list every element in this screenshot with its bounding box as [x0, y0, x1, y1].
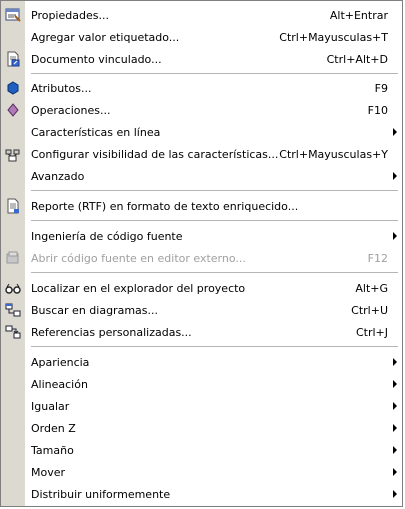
menu-item-label: Configurar visibilidad de las caracterís… — [31, 147, 279, 161]
submenu-arrow-icon — [393, 128, 397, 136]
menu-separator — [31, 220, 398, 221]
operation-icon — [5, 102, 21, 118]
menu-item-mover[interactable]: Mover — [1, 461, 402, 483]
menu-item-ingenieria-codigo-fuente[interactable]: Ingeniería de código fuente — [1, 225, 402, 247]
submenu-arrow-icon — [393, 402, 397, 410]
linked-document-icon — [5, 51, 21, 67]
submenu-arrow-icon — [393, 172, 397, 180]
menu-item-agregar-valor-etiquetado[interactable]: Agregar valor etiquetado... Ctrl+Mayuscu… — [1, 26, 402, 48]
menu-item-operaciones[interactable]: Operaciones... F10 — [1, 99, 402, 121]
references-icon — [5, 324, 21, 340]
menu-item-orden-z[interactable]: Orden Z — [1, 417, 402, 439]
menu-item-avanzado[interactable]: Avanzado — [1, 165, 402, 187]
menu-separator — [31, 73, 398, 74]
menu-item-reporte-rtf[interactable]: Reporte (RTF) en formato de texto enriqu… — [1, 195, 402, 217]
submenu-arrow-icon — [393, 232, 397, 240]
menu-item-atributos[interactable]: Atributos... F9 — [1, 77, 402, 99]
menu-item-shortcut: Ctrl+U — [351, 303, 388, 317]
menu-item-label: Características en línea — [31, 125, 161, 139]
menu-item-shortcut: Ctrl+Mayusculas+Y — [279, 147, 388, 161]
menu-item-shortcut: Ctrl+Alt+D — [326, 52, 388, 66]
menu-item-label: Reporte (RTF) en formato de texto enriqu… — [31, 199, 299, 213]
properties-icon — [5, 7, 21, 23]
menu-item-label: Buscar en diagramas... — [31, 303, 158, 317]
menu-item-shortcut: F10 — [367, 103, 388, 117]
menu-item-label: Mover — [31, 465, 66, 479]
menu-item-buscar-diagramas[interactable]: Buscar en diagramas... Ctrl+U — [1, 299, 402, 321]
menu-item-shortcut: Ctrl+J — [355, 325, 388, 339]
menu-item-apariencia[interactable]: Apariencia — [1, 351, 402, 373]
menu-item-shortcut: Alt+Entrar — [329, 8, 388, 22]
menu-item-label: Atributos... — [31, 81, 92, 95]
menu-item-shortcut: Alt+G — [355, 281, 388, 295]
submenu-arrow-icon — [393, 446, 397, 454]
submenu-arrow-icon — [393, 358, 397, 366]
menu-item-label: Tamaño — [31, 443, 74, 457]
menu-item-distribuir-uniformemente[interactable]: Distribuir uniformemente — [1, 483, 402, 505]
report-icon — [5, 198, 21, 214]
menu-item-label: Avanzado — [31, 169, 85, 183]
menu-item-igualar[interactable]: Igualar — [1, 395, 402, 417]
menu-item-label: Localizar en el explorador del proyecto — [31, 281, 246, 295]
menu-item-localizar-explorador[interactable]: Localizar en el explorador del proyecto … — [1, 277, 402, 299]
menu-item-label: Agregar valor etiquetado... — [31, 30, 180, 44]
menu-item-documento-vinculado[interactable]: Documento vinculado... Ctrl+Alt+D — [1, 48, 402, 70]
menu-item-label: Referencias personalizadas... — [31, 325, 192, 339]
menu-separator — [31, 272, 398, 273]
menu-separator — [31, 346, 398, 347]
menu-item-label: Documento vinculado... — [31, 52, 162, 66]
menu-item-label: Igualar — [31, 399, 70, 413]
menu-item-propiedades[interactable]: Propiedades... Alt+Entrar — [1, 4, 402, 26]
menu-item-shortcut: F12 — [367, 251, 388, 265]
menu-item-shortcut: F9 — [374, 81, 388, 95]
menu-item-referencias-personalizadas[interactable]: Referencias personalizadas... Ctrl+J — [1, 321, 402, 343]
menu-item-shortcut: Ctrl+Mayusculas+T — [279, 30, 388, 44]
menu-item-tamano[interactable]: Tamaño — [1, 439, 402, 461]
submenu-arrow-icon — [393, 468, 397, 476]
submenu-arrow-icon — [393, 490, 397, 498]
menu-item-caracteristicas-en-linea[interactable]: Características en línea — [1, 121, 402, 143]
menu-item-label: Abrir código fuente en editor externo... — [31, 251, 246, 265]
visibility-icon — [5, 146, 21, 162]
menu-separator — [31, 190, 398, 191]
locate-icon — [5, 280, 21, 296]
context-menu: Propiedades... Alt+Entrar Agregar valor … — [0, 0, 403, 507]
external-editor-icon — [5, 250, 21, 266]
menu-item-label: Operaciones... — [31, 103, 111, 117]
menu-item-label: Ingeniería de código fuente — [31, 229, 183, 243]
menu-item-configurar-visibilidad[interactable]: Configurar visibilidad de las caracterís… — [1, 143, 402, 165]
find-diagrams-icon — [5, 302, 21, 318]
menu-item-label: Apariencia — [31, 355, 90, 369]
menu-item-alineacion[interactable]: Alineación — [1, 373, 402, 395]
submenu-arrow-icon — [393, 380, 397, 388]
menu-item-label: Propiedades... — [31, 8, 109, 22]
menu-item-label: Alineación — [31, 377, 88, 391]
submenu-arrow-icon — [393, 424, 397, 432]
menu-item-abrir-codigo-fuente[interactable]: Abrir código fuente en editor externo...… — [1, 247, 402, 269]
menu-item-label: Distribuir uniformemente — [31, 487, 171, 501]
menu-item-label: Orden Z — [31, 421, 76, 435]
attribute-icon — [5, 80, 21, 96]
